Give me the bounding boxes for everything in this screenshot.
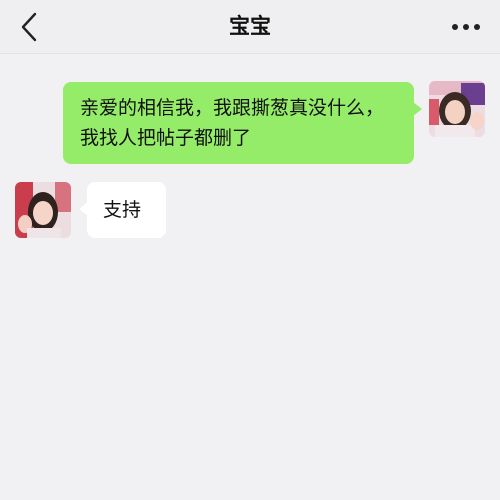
message-list[interactable]: 亲爱的相信我，我跟撕葱真没什么，我找人把帖子都删了 支持 [0,54,500,500]
avatar-photo [429,81,485,137]
avatar-photo [15,182,71,238]
chevron-left-icon [21,12,37,42]
top-navigation-bar: 宝宝 [0,0,500,54]
message-text: 支持 [103,199,142,221]
back-button[interactable] [10,8,48,46]
contact-avatar[interactable] [15,182,71,238]
outgoing-message-bubble[interactable]: 亲爱的相信我，我跟撕葱真没什么，我找人把帖子都删了 [63,82,422,164]
chat-screen: 宝宝 亲爱的相信我，我跟撕葱真没什么，我找人把帖子都删了 支持 [0,0,500,500]
more-options-button[interactable] [446,8,486,46]
chat-title: 宝宝 [229,14,271,38]
incoming-message-bubble[interactable]: 支持 [79,182,166,238]
message-text: 亲爱的相信我，我跟撕葱真没什么，我找人把帖子都删了 [80,97,385,149]
my-avatar[interactable] [429,81,485,137]
more-horizontal-icon [452,24,480,30]
